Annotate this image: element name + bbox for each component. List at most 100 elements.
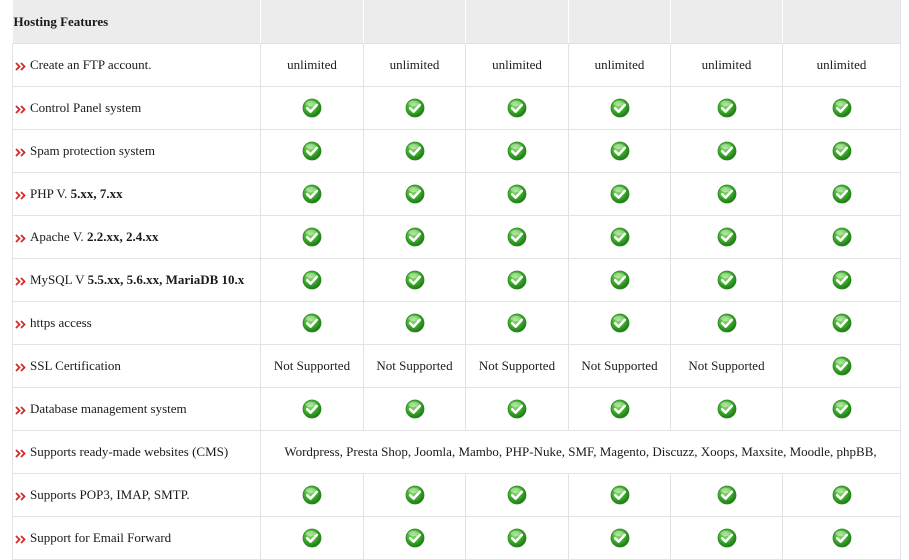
value-cell: unlimited [782, 43, 901, 87]
table-row: Supports ready-made websites (CMS) Wordp… [12, 430, 901, 474]
check-circle-icon [670, 86, 783, 130]
feature-version: 5.5.xx, 5.6.xx, MariaDB 10.x [87, 272, 245, 287]
double-arrow-icon [15, 405, 27, 415]
check-circle-icon [363, 215, 466, 259]
check-circle-icon [782, 473, 901, 517]
feature-label: Supports POP3, IMAP, SMTP. [30, 487, 190, 502]
feature-label-prefix: MySQL V [30, 272, 88, 287]
check-circle-icon [568, 172, 671, 216]
feature-label-cell: Control Panel system [12, 86, 261, 130]
table-row: Control Panel system [12, 86, 901, 130]
value-cell: unlimited [670, 43, 783, 87]
table-header-row: Hosting Features [12, 0, 901, 44]
value-cell: Not Supported [363, 344, 466, 388]
double-arrow-icon [15, 276, 27, 286]
check-circle-icon [363, 387, 466, 431]
feature-label-cell: PHP V. 5.xx, 7.xx [12, 172, 261, 216]
check-circle-icon [670, 258, 783, 302]
check-circle-icon [782, 215, 901, 259]
check-circle-icon [782, 344, 901, 388]
check-circle-icon [260, 387, 364, 431]
check-circle-icon [363, 258, 466, 302]
feature-label-cell: Apache V. 2.2.xx, 2.4.xx [12, 215, 261, 259]
check-circle-icon [363, 301, 466, 345]
check-circle-icon [670, 129, 783, 173]
feature-label: https access [30, 315, 92, 330]
check-circle-icon [568, 301, 671, 345]
check-circle-icon [670, 516, 783, 560]
check-circle-icon [465, 86, 569, 130]
check-circle-icon [568, 516, 671, 560]
double-arrow-icon [15, 319, 27, 329]
check-circle-icon [260, 516, 364, 560]
table-row: Spam protection system [12, 129, 901, 173]
value-cell: Not Supported [568, 344, 671, 388]
check-circle-icon [363, 86, 466, 130]
feature-label: Database management system [30, 401, 187, 416]
double-arrow-icon [15, 534, 27, 544]
value-cell: Not Supported [465, 344, 569, 388]
feature-label-cell: Supports ready-made websites (CMS) [12, 430, 261, 474]
feature-label: Create an FTP account. [30, 57, 152, 72]
check-circle-icon [568, 129, 671, 173]
feature-label-cell: https access [12, 301, 261, 345]
value-cell: Not Supported [260, 344, 364, 388]
check-circle-icon [670, 215, 783, 259]
double-arrow-icon [15, 104, 27, 114]
value-cell: unlimited [465, 43, 569, 87]
check-circle-icon [670, 387, 783, 431]
check-circle-icon [260, 258, 364, 302]
feature-label-prefix: Apache V. [30, 229, 87, 244]
double-arrow-icon [15, 147, 27, 157]
check-circle-icon [363, 129, 466, 173]
double-arrow-icon [15, 448, 27, 458]
cms-list-cell: Wordpress, Presta Shop, Joomla, Mambo, P… [260, 430, 901, 474]
table-row: MySQL V 5.5.xx, 5.6.xx, MariaDB 10.x [12, 258, 901, 302]
table-row: Supports POP3, IMAP, SMTP. [12, 473, 901, 517]
check-circle-icon [363, 172, 466, 216]
value-cell: unlimited [260, 43, 364, 87]
double-arrow-icon [15, 362, 27, 372]
check-circle-icon [782, 516, 901, 560]
check-circle-icon [465, 215, 569, 259]
check-circle-icon [782, 258, 901, 302]
check-circle-icon [465, 387, 569, 431]
feature-label: SSL Certification [30, 358, 121, 373]
table-row: Create an FTP account. unlimited unlimit… [12, 43, 901, 87]
feature-label-cell: SSL Certification [12, 344, 261, 388]
feature-version: 5.xx, 7.xx [70, 186, 123, 201]
feature-label-prefix: PHP V. [30, 186, 71, 201]
check-circle-icon [670, 172, 783, 216]
check-circle-icon [568, 86, 671, 130]
header-cell [568, 0, 671, 44]
check-circle-icon [465, 473, 569, 517]
feature-label: Spam protection system [30, 143, 155, 158]
check-circle-icon [465, 516, 569, 560]
table-row: PHP V. 5.xx, 7.xx [12, 172, 901, 216]
check-circle-icon [670, 301, 783, 345]
check-circle-icon [782, 301, 901, 345]
header-cell [363, 0, 466, 44]
double-arrow-icon [15, 491, 27, 501]
feature-version: 2.2.xx, 2.4.xx [86, 229, 159, 244]
check-circle-icon [782, 172, 901, 216]
table-row: SSL Certification Not Supported Not Supp… [12, 344, 901, 388]
check-circle-icon [465, 258, 569, 302]
check-circle-icon [782, 86, 901, 130]
check-circle-icon [568, 258, 671, 302]
check-circle-icon [670, 473, 783, 517]
check-circle-icon [782, 129, 901, 173]
table-title: Hosting Features [12, 0, 261, 44]
header-cell [782, 0, 901, 44]
double-arrow-icon [15, 190, 27, 200]
check-circle-icon [465, 129, 569, 173]
check-circle-icon [260, 172, 364, 216]
check-circle-icon [260, 301, 364, 345]
feature-label-cell: Support for Email Forward [12, 516, 261, 560]
value-cell: unlimited [568, 43, 671, 87]
table-row: Support for Email Forward [12, 516, 901, 560]
check-circle-icon [260, 473, 364, 517]
header-cell [260, 0, 364, 44]
feature-label-cell: Spam protection system [12, 129, 261, 173]
check-circle-icon [260, 215, 364, 259]
